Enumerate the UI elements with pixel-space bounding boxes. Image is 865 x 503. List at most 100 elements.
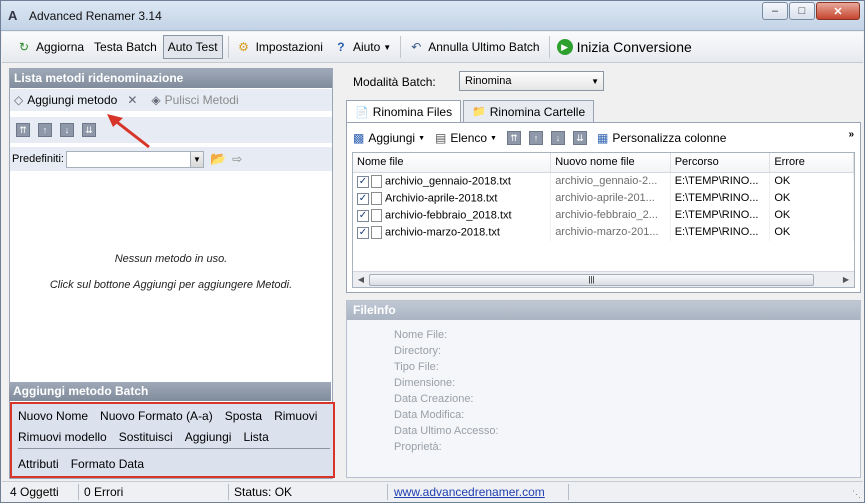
horizontal-scrollbar[interactable]: ◀ ||| ▶ xyxy=(353,271,854,287)
move-up-icon[interactable]: ↑ xyxy=(528,131,543,145)
table-row[interactable]: ✓ archivio_gennaio-2018.txt archivio_genn… xyxy=(353,173,854,190)
add-files-label: Aggiungi xyxy=(368,131,416,145)
move-top-icon[interactable]: ⇈ xyxy=(506,131,521,145)
col-header-error[interactable]: Errore xyxy=(770,153,854,172)
add-files-button[interactable]: ▩ Aggiungi ▼ xyxy=(353,131,425,145)
app-logo-icon: A xyxy=(8,8,18,23)
status-object-count: 4 Oggetti xyxy=(10,485,59,499)
fileinfo-fields: Nome File: Directory: Tipo File: Dimensi… xyxy=(394,327,499,455)
batch-method-list[interactable]: Lista xyxy=(243,430,268,444)
more-tools-chevron-icon[interactable]: » xyxy=(848,129,854,140)
row-checkbox[interactable]: ✓ xyxy=(357,175,369,188)
test-batch-button[interactable]: Testa Batch xyxy=(90,35,161,59)
batch-method-add[interactable]: Aggiungi xyxy=(185,430,232,444)
batch-methods-box: Nuovo Nome Nuovo Formato (A-a) Sposta Ri… xyxy=(10,402,335,478)
status-text: Status: OK xyxy=(234,485,293,499)
table-row[interactable]: ✓ Archivio-aprile-2018.txt archivio-april… xyxy=(353,190,854,207)
col-header-new-filename[interactable]: Nuovo nome file xyxy=(551,153,671,172)
toolbar-separator xyxy=(227,36,229,58)
status-error-count: 0 Errori xyxy=(84,485,124,499)
scroll-left-icon[interactable]: ◀ xyxy=(353,275,369,284)
undo-batch-button[interactable]: ↶ Annulla Ultimo Batch xyxy=(404,35,543,59)
add-files-icon: ▩ xyxy=(353,131,365,145)
save-preset-icon[interactable]: ⇨ xyxy=(232,152,242,166)
batch-mode-label: Modalità Batch: xyxy=(353,75,436,89)
batch-method-date-format[interactable]: Formato Data xyxy=(71,457,144,471)
batch-method-move[interactable]: Sposta xyxy=(225,409,262,423)
file-icon xyxy=(371,175,382,188)
cell-error: OK xyxy=(770,224,854,241)
refresh-icon: ↻ xyxy=(18,40,30,54)
batch-method-remove[interactable]: Rimuovi xyxy=(274,409,317,423)
move-top-icon[interactable]: ⇈ xyxy=(16,123,30,137)
presets-dropdown[interactable]: ▼ xyxy=(65,150,204,168)
add-method-button[interactable]: ◇ Aggiungi metodo xyxy=(14,93,117,107)
row-checkbox[interactable]: ✓ xyxy=(357,192,369,205)
chevron-down-icon: ▼ xyxy=(383,42,392,52)
batch-method-remove-pattern[interactable]: Rimuovi modello xyxy=(18,430,107,444)
close-button[interactable]: ✕ xyxy=(816,2,860,20)
status-separator xyxy=(228,484,229,500)
list-button[interactable]: ▤ Elenco ▼ xyxy=(435,131,497,145)
resize-grip-icon[interactable]: ⋱ xyxy=(852,489,861,500)
move-down-icon[interactable]: ↓ xyxy=(60,123,74,137)
tab-rename-files[interactable]: 📄 Rinomina Files xyxy=(346,100,462,123)
customize-columns-button[interactable]: ▦ Personalizza colonne xyxy=(597,131,726,145)
website-link[interactable]: www.advancedrenamer.com xyxy=(394,485,545,499)
batch-mode-dropdown[interactable]: Rinomina ▼ xyxy=(459,71,604,91)
fileinfo-field: Data Modifica: xyxy=(394,409,465,421)
scrollbar-thumb[interactable]: ||| xyxy=(369,273,814,286)
window-controls: – □ ✕ xyxy=(762,2,860,20)
move-bottom-icon[interactable]: ⇊ xyxy=(572,131,587,145)
tab-rename-folders[interactable]: 📁 Rinomina Cartelle xyxy=(463,100,595,122)
batch-method-attributes[interactable]: Attributi xyxy=(18,457,59,471)
batch-methods-row3: Attributi Formato Data xyxy=(18,457,144,471)
batch-mode-value: Rinomina xyxy=(465,75,512,87)
table-row[interactable]: ✓ archivio-febbraio_2018.txt archivio-feb… xyxy=(353,207,854,224)
method-order-controls: ⇈ ↑ ↓ ⇊ xyxy=(10,117,332,143)
tab-rename-files-label: Rinomina Files xyxy=(372,105,453,119)
table-row[interactable]: ✓ archivio-marzo-2018.txt archivio-marzo-… xyxy=(353,224,854,241)
undo-label: Annulla Ultimo Batch xyxy=(428,40,540,54)
clear-methods-button[interactable]: ◈ Pulisci Metodi xyxy=(151,93,238,107)
batch-methods-header: Aggiungi metodo Batch xyxy=(9,382,331,401)
list-label: Elenco xyxy=(450,131,488,145)
col-header-filename[interactable]: Nome file xyxy=(353,153,552,172)
fileinfo-panel: FileInfo Nome File: Directory: Tipo File… xyxy=(346,300,861,478)
batch-method-replace[interactable]: Sostituisci xyxy=(119,430,173,444)
move-down-icon[interactable]: ↓ xyxy=(550,131,565,145)
chevron-down-icon: ▼ xyxy=(418,134,425,142)
settings-button[interactable]: ⚙ Impostazioni xyxy=(232,35,327,59)
help-menu-button[interactable]: ? Aiuto ▼ xyxy=(329,35,395,59)
batch-method-new-case[interactable]: Nuovo Formato (A-a) xyxy=(100,409,213,423)
cell-new-filename: archivio_gennaio-2... xyxy=(551,173,671,190)
table-header: Nome file Nuovo nome file Percorso Error… xyxy=(353,153,854,173)
fileinfo-field: Data Creazione: xyxy=(394,393,474,405)
cell-path: E:\TEMP\RINO... xyxy=(671,224,771,241)
fileinfo-field: Dimensione: xyxy=(394,377,456,389)
move-bottom-icon[interactable]: ⇊ xyxy=(82,123,96,137)
tab-rename-folders-label: Rinomina Cartelle xyxy=(489,104,586,119)
files-table: Nome file Nuovo nome file Percorso Error… xyxy=(352,152,855,288)
start-batch-button[interactable]: ▶ Inizia Conversione xyxy=(553,35,696,59)
app-window: A Advanced Renamer 3.14 – □ ✕ ↻ Aggiorna… xyxy=(0,0,865,503)
fileinfo-field: Nome File: xyxy=(394,329,448,341)
move-up-icon[interactable]: ↑ xyxy=(38,123,52,137)
cell-error: OK xyxy=(770,190,854,207)
cell-filename: archivio-febbraio_2018.txt xyxy=(385,209,512,222)
minimize-button[interactable]: – xyxy=(762,2,788,20)
test-batch-label: Testa Batch xyxy=(94,40,157,54)
files-toolbar: ▩ Aggiungi ▼ ▤ Elenco ▼ ⇈ ↑ ↓ ⇊ ▦ Person… xyxy=(353,127,853,149)
refresh-label: Aggiorna xyxy=(36,40,85,54)
maximize-button[interactable]: □ xyxy=(789,2,815,20)
delete-method-button[interactable]: ✕ xyxy=(127,93,141,107)
toolbar-separator xyxy=(400,36,402,58)
open-folder-icon[interactable]: 📂 xyxy=(210,151,226,167)
row-checkbox[interactable]: ✓ xyxy=(357,226,369,239)
scroll-right-icon[interactable]: ▶ xyxy=(838,275,854,284)
batch-method-new-name[interactable]: Nuovo Nome xyxy=(18,409,88,423)
col-header-path[interactable]: Percorso xyxy=(671,153,771,172)
auto-test-toggle[interactable]: Auto Test xyxy=(162,35,223,59)
refresh-button[interactable]: ↻ Aggiorna xyxy=(12,35,88,59)
row-checkbox[interactable]: ✓ xyxy=(357,209,369,222)
